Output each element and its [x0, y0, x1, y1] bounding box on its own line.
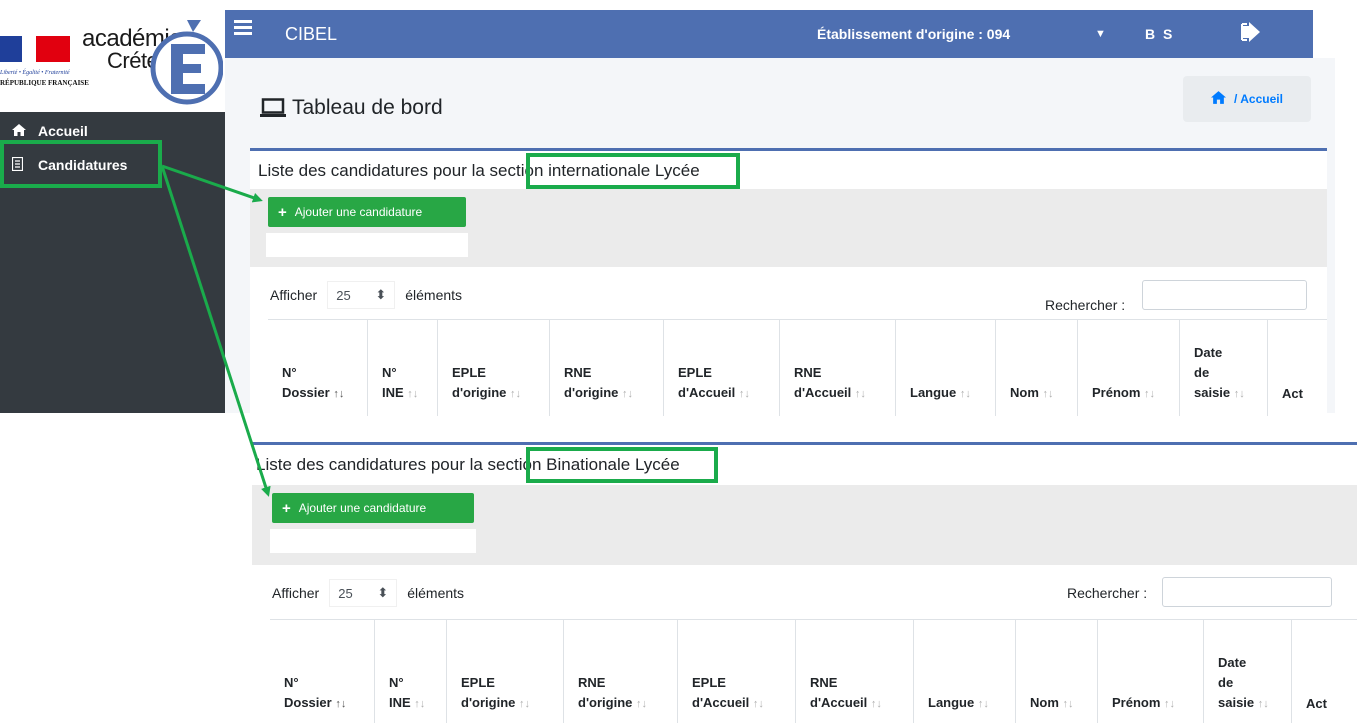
page-length-control: Afficher 25 ⬍ éléments	[270, 281, 462, 309]
candidatures-card-binationale: Liste des candidatures pour la section B…	[252, 442, 1357, 723]
logo-motto: Liberté • Égalité • Fraternité	[0, 70, 70, 76]
candidatures-card-internationale: Liste des candidatures pour la section i…	[250, 148, 1327, 416]
add-candidature-label: Ajouter une candidature	[298, 501, 427, 515]
column-header-dossier[interactable]: N° Dossier ↑↓	[270, 620, 374, 723]
add-candidature-label: Ajouter une candidature	[294, 205, 423, 219]
column-header-ine[interactable]: N° INE ↑↓	[367, 320, 437, 416]
etablissement-selector[interactable]: Établissement d'origine : 094	[817, 26, 1010, 42]
column-header-rne-accueil[interactable]: RNE d'Accueil ↑↓	[795, 620, 913, 723]
page-length-value: 25	[336, 287, 351, 303]
column-header-actions: Act	[1291, 620, 1357, 723]
column-header-rne-origine[interactable]: RNE d'origine ↑↓	[549, 320, 663, 416]
column-header-eple-origine[interactable]: EPLE d'origine ↑↓	[446, 620, 563, 723]
candidatures-table-header: N° Dossier ↑↓ N° INE ↑↓ EPLE d'origine ↑…	[268, 319, 1327, 416]
column-header-langue[interactable]: Langue ↑↓	[895, 320, 995, 416]
breadcrumb-current[interactable]: / Accueil	[1234, 92, 1283, 106]
column-header-actions: Act	[1267, 320, 1327, 416]
hamburger-menu-icon[interactable]	[234, 20, 254, 38]
add-candidature-button[interactable]: + Ajouter une candidature	[272, 493, 474, 523]
empty-box	[270, 529, 476, 553]
column-header-rne-accueil[interactable]: RNE d'Accueil ↑↓	[779, 320, 895, 416]
logo-republic: RÉPUBLIQUE FRANÇAISE	[0, 79, 89, 87]
plus-icon: +	[282, 499, 291, 517]
column-header-prenom[interactable]: Prénom ↑↓	[1097, 620, 1203, 723]
column-header-dossier[interactable]: N° Dossier ↑↓	[268, 320, 367, 416]
column-header-eple-origine[interactable]: EPLE d'origine ↑↓	[437, 320, 549, 416]
column-header-prenom[interactable]: Prénom ↑↓	[1077, 320, 1179, 416]
page-title: Tableau de bord	[260, 96, 443, 120]
page-length-select[interactable]: 25 ⬍	[327, 281, 396, 309]
column-header-langue[interactable]: Langue ↑↓	[913, 620, 1015, 723]
column-header-eple-accueil[interactable]: EPLE d'Accueil ↑↓	[677, 620, 795, 723]
logout-icon[interactable]	[1241, 20, 1261, 44]
column-header-nom[interactable]: Nom ↑↓	[1015, 620, 1097, 723]
column-header-eple-accueil[interactable]: EPLE d'Accueil ↑↓	[663, 320, 779, 416]
user-initials[interactable]: B S	[1145, 26, 1174, 42]
sort-arrows-icon: ⬍	[377, 585, 389, 600]
search-label: Rechercher :	[1045, 297, 1126, 313]
column-header-date-saisie[interactable]: Date de saisie ↑↓	[1179, 320, 1267, 416]
column-header-date-saisie[interactable]: Date de saisie ↑↓	[1203, 620, 1291, 723]
candidatures-table-header: N° Dossier ↑↓ N° INE ↑↓ EPLE d'origine ↑…	[270, 619, 1357, 723]
search-input[interactable]	[1162, 577, 1332, 607]
sidebar-item-label: Accueil	[38, 123, 88, 139]
breadcrumb: / Accueil	[1183, 76, 1311, 122]
page-length-control: Afficher 25 ⬍ éléments	[272, 579, 464, 607]
column-header-rne-origine[interactable]: RNE d'origine ↑↓	[563, 620, 677, 723]
top-navbar: CIBEL Établissement d'origine : 094 ▼ B …	[225, 10, 1313, 58]
show-prefix: Afficher	[270, 287, 318, 303]
highlight-box-section-binationale	[526, 447, 718, 483]
laptop-icon	[260, 98, 286, 117]
show-suffix: éléments	[407, 585, 465, 601]
show-suffix: éléments	[405, 287, 463, 303]
app-title: CIBEL	[285, 24, 338, 44]
academie-logo: Liberté • Égalité • Fraternité RÉPUBLIQU…	[0, 0, 225, 112]
empty-box	[266, 233, 468, 257]
marianne-flag-icon	[0, 36, 70, 62]
search-input[interactable]	[1142, 280, 1307, 310]
caret-down-icon[interactable]: ▼	[1095, 28, 1106, 40]
plus-icon: +	[278, 203, 287, 221]
highlight-box-candidatures	[0, 140, 162, 188]
home-icon[interactable]	[1211, 91, 1227, 107]
academie-e-logo-icon	[150, 20, 223, 105]
page-length-value: 25	[338, 585, 353, 601]
column-header-nom[interactable]: Nom ↑↓	[995, 320, 1077, 416]
page-length-select[interactable]: 25 ⬍	[329, 579, 398, 607]
show-prefix: Afficher	[272, 585, 320, 601]
home-icon	[12, 123, 28, 139]
screenshot-root: Liberté • Égalité • Fraternité RÉPUBLIQU…	[0, 0, 1357, 723]
column-header-ine[interactable]: N° INE ↑↓	[374, 620, 446, 723]
sort-arrows-icon: ⬍	[375, 287, 387, 302]
page-title-text: Tableau de bord	[292, 96, 443, 119]
add-candidature-button[interactable]: + Ajouter une candidature	[268, 197, 466, 227]
sidebar: Liberté • Égalité • Fraternité RÉPUBLIQU…	[0, 0, 225, 413]
search-label: Rechercher :	[1067, 585, 1148, 601]
highlight-box-section-internationale	[526, 153, 740, 189]
